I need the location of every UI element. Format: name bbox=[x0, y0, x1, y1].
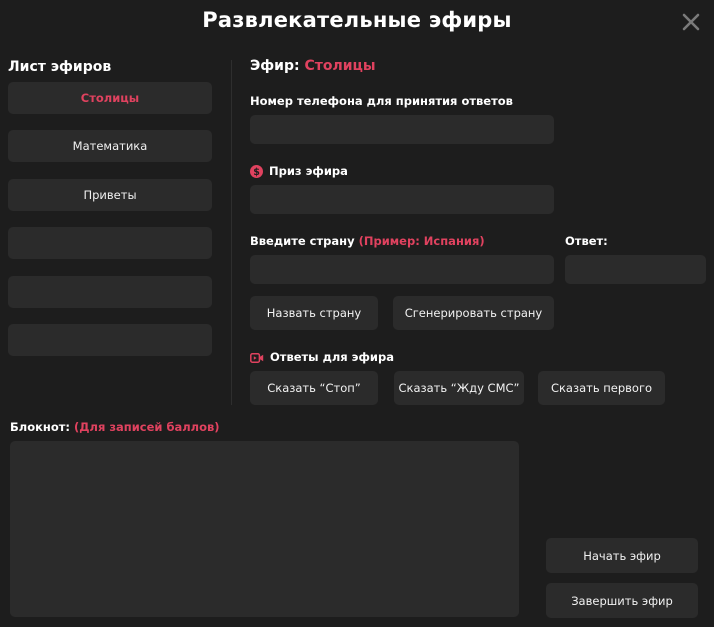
sidebar-item-greetings[interactable]: Приветы bbox=[8, 179, 212, 211]
name-country-button[interactable]: Назвать страну bbox=[250, 296, 378, 330]
generate-country-button[interactable]: Сгенерировать страну bbox=[393, 296, 554, 330]
country-input[interactable] bbox=[250, 255, 554, 284]
answer-label: Ответ: bbox=[565, 234, 608, 248]
broadcast-heading: Эфир: Столицы bbox=[250, 58, 376, 74]
sidebar-item-empty-3[interactable] bbox=[8, 324, 212, 356]
sidebar-item-math[interactable]: Математика bbox=[8, 130, 212, 162]
vertical-divider bbox=[231, 60, 232, 405]
close-icon bbox=[682, 13, 700, 31]
svg-text:$: $ bbox=[253, 167, 260, 178]
country-label-row: Введите страну (Пример: Испания) bbox=[250, 234, 485, 248]
say-wait-sms-button[interactable]: Сказать “Жду СМС” bbox=[394, 371, 524, 405]
say-first-button[interactable]: Сказать первого bbox=[538, 371, 665, 405]
phone-input[interactable] bbox=[250, 115, 554, 144]
replies-label: Ответы для эфира bbox=[270, 350, 394, 364]
dollar-coin-icon: $ bbox=[250, 165, 263, 178]
notepad-label: Блокнот: bbox=[10, 420, 71, 434]
sidebar-item-empty-2[interactable] bbox=[8, 276, 212, 308]
notepad-label-row: Блокнот: (Для записей баллов) bbox=[10, 420, 220, 434]
sidebar-heading: Лист эфиров bbox=[8, 59, 112, 75]
country-hint: (Пример: Испания) bbox=[358, 234, 485, 248]
notepad-textarea[interactable] bbox=[10, 441, 519, 617]
sidebar-item-capitals[interactable]: Столицы bbox=[8, 82, 212, 114]
notepad-hint: (Для записей баллов) bbox=[74, 420, 220, 434]
prize-input[interactable] bbox=[250, 185, 554, 214]
finish-broadcast-button[interactable]: Завершить эфир bbox=[546, 583, 698, 618]
country-label: Введите страну bbox=[250, 234, 355, 248]
answer-input[interactable] bbox=[565, 255, 706, 284]
say-stop-button[interactable]: Сказать “Стоп” bbox=[250, 371, 378, 405]
broadcast-heading-name: Столицы bbox=[304, 58, 376, 74]
replies-label-row: Ответы для эфира bbox=[250, 350, 394, 364]
phone-label: Номер телефона для принятия ответов bbox=[250, 94, 513, 108]
prize-label: Приз эфира bbox=[269, 164, 348, 178]
close-button[interactable] bbox=[680, 11, 702, 33]
video-camera-icon bbox=[250, 352, 264, 363]
window-title: Развлекательные эфиры bbox=[202, 8, 512, 32]
broadcast-heading-prefix: Эфир: bbox=[250, 58, 300, 74]
prize-label-row: $ Приз эфира bbox=[250, 164, 348, 178]
start-broadcast-button[interactable]: Начать эфир bbox=[546, 538, 698, 573]
sidebar-item-empty-1[interactable] bbox=[8, 227, 212, 259]
